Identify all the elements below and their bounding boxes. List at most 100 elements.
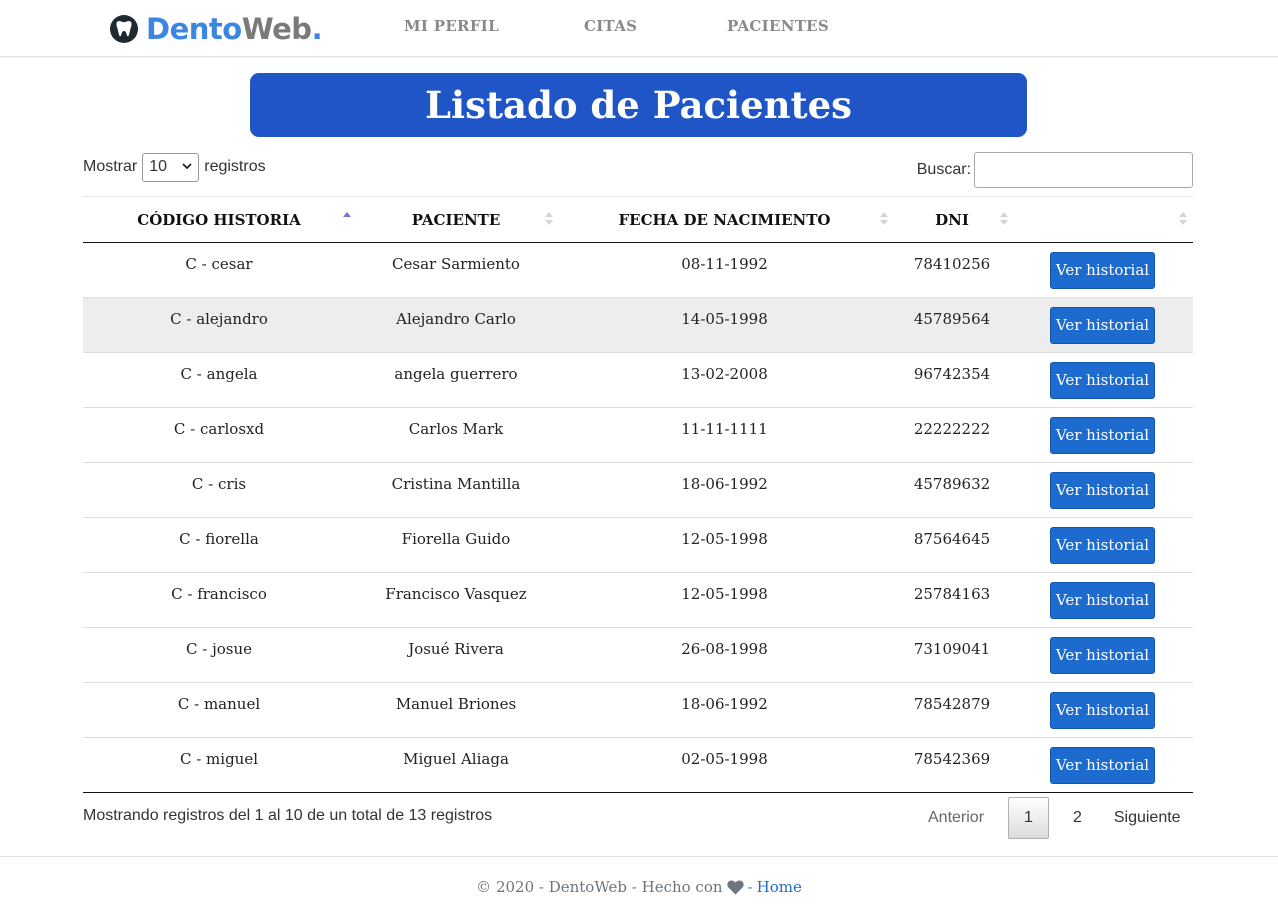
ver-historial-button[interactable]: Ver historial [1050, 527, 1155, 564]
cell-codigo: C - carlosxd [83, 407, 355, 463]
sort-icon [880, 212, 888, 226]
ver-historial-button[interactable]: Ver historial [1050, 362, 1155, 399]
cell-fecha: 26-08-1998 [557, 627, 892, 683]
pagination: Anterior 1 2 Siguiente [912, 797, 1197, 839]
show-label: Mostrar [83, 158, 138, 175]
ver-historial-button[interactable]: Ver historial [1050, 747, 1155, 784]
cell-paciente: Josué Rivera [355, 627, 557, 683]
records-label: registros [204, 158, 266, 175]
cell-dni: 78542369 [892, 737, 1012, 793]
cell-action: Ver historial [1012, 737, 1193, 793]
col-header-label: PACIENTE [411, 210, 501, 229]
col-header-paciente[interactable]: PACIENTE [355, 196, 557, 243]
cell-codigo: C - cesar [185, 255, 253, 273]
cell-action: Ver historial [1012, 517, 1193, 573]
table-info: Mostrando registros del 1 al 10 de un to… [83, 807, 493, 824]
brand-name: DentoWeb. [146, 12, 323, 46]
cell-fecha: 08-11-1992 [681, 255, 768, 273]
pagination-page-1[interactable]: 1 [1008, 797, 1049, 839]
ver-historial-button[interactable]: Ver historial [1050, 472, 1155, 509]
cell-fecha: 12-05-1998 [557, 517, 892, 573]
ver-historial-button[interactable]: Ver historial [1050, 417, 1155, 454]
nav-mi-perfil[interactable]: MI PERFIL [404, 17, 499, 35]
cell-codigo: C - manuel [83, 682, 355, 738]
cell-paciente: Miguel Aliaga [355, 737, 557, 793]
table-row: C - josue Josué Rivera 26-08-1998 731090… [83, 627, 1193, 683]
footer-text: © 2020 - DentoWeb - Hecho con [476, 878, 723, 896]
search-input[interactable] [974, 152, 1193, 188]
cell-action: Ver historial [1012, 243, 1193, 298]
col-header-actions[interactable] [1012, 196, 1193, 243]
ver-historial-button[interactable]: Ver historial [1050, 307, 1155, 344]
cell-dni: 78542879 [892, 682, 1012, 738]
ver-historial-button[interactable]: Ver historial [1050, 582, 1155, 619]
page-size-select[interactable]: 10 [142, 152, 200, 182]
footer-home-link[interactable]: Home [757, 878, 802, 896]
cell-codigo: C - miguel [83, 737, 355, 793]
cell-fecha: 12-05-1998 [557, 572, 892, 628]
ver-historial-button[interactable]: Ver historial [1050, 252, 1155, 289]
pagination-previous[interactable]: Anterior [912, 797, 1000, 839]
search-control: Buscar: [917, 152, 1193, 188]
cell-paciente: Manuel Briones [355, 682, 557, 738]
cell-action: Ver historial [1012, 462, 1193, 518]
nav-citas[interactable]: CITAS [584, 17, 637, 35]
cell-dni: 78410256 [913, 255, 991, 273]
cell-dni: 73109041 [892, 627, 1012, 683]
cell-paciente: Carlos Mark [355, 407, 557, 463]
page-length-control: Mostrar 10 registros [83, 152, 266, 182]
col-header-fecha[interactable]: FECHA DE NACIMIENTO [557, 196, 892, 243]
pagination-page-2[interactable]: 2 [1057, 797, 1098, 839]
pagination-next[interactable]: Siguiente [1098, 797, 1197, 839]
cell-paciente: Fiorella Guido [355, 517, 557, 573]
ver-historial-button[interactable]: Ver historial [1050, 692, 1155, 729]
table-row: C - fiorella Fiorella Guido 12-05-1998 8… [83, 517, 1193, 573]
table-row: C - cris Cristina Mantilla 18-06-1992 45… [83, 462, 1193, 518]
col-header-dni[interactable]: DNI [892, 196, 1012, 243]
cell-fecha: 13-02-2008 [557, 352, 892, 408]
table-row: C - francisco Francisco Vasquez 12-05-19… [83, 572, 1193, 628]
page-size-value: 10 [149, 158, 168, 175]
cell-action: Ver historial [1012, 297, 1193, 353]
cell-action: Ver historial [1012, 352, 1193, 408]
page-title: Listado de Pacientes [425, 83, 852, 127]
table-row: C - manuel Manuel Briones 18-06-1992 785… [83, 682, 1193, 738]
cell-action: Ver historial [1012, 407, 1193, 463]
cell-codigo: C - cris [83, 462, 355, 518]
cell-dni: 96742354 [892, 352, 1012, 408]
chevron-down-icon [182, 161, 192, 173]
cell-dni: 25784163 [892, 572, 1012, 628]
cell-fecha: 18-06-1992 [557, 682, 892, 738]
cell-codigo: C - angela [83, 352, 355, 408]
footer-separator: - [747, 878, 753, 896]
col-header-label: CÓDIGO HISTORIA [137, 210, 301, 229]
brand-logo[interactable]: DentoWeb. [110, 12, 323, 46]
brand-name-part2: Web [241, 12, 312, 46]
cell-paciente: angela guerrero [355, 352, 557, 408]
heart-icon [726, 880, 744, 895]
cell-action: Ver historial [1012, 572, 1193, 628]
table-row: C - miguel Miguel Aliaga 02-05-1998 7854… [83, 737, 1193, 793]
cell-codigo: C - francisco [83, 572, 355, 628]
ver-historial-button[interactable]: Ver historial [1050, 637, 1155, 674]
brand-name-part1: Dento [146, 12, 242, 46]
cell-codigo: C - alejandro [83, 297, 355, 353]
table-row: C - cesar Cesar Sarmiento 08-11-1992 784… [83, 243, 1193, 298]
cell-fecha: 14-05-1998 [557, 297, 892, 353]
cell-paciente: Alejandro Carlo [355, 297, 557, 353]
col-header-label: DNI [935, 210, 969, 229]
cell-action: Ver historial [1012, 682, 1193, 738]
cell-fecha: 02-05-1998 [557, 737, 892, 793]
col-header-codigo[interactable]: CÓDIGO HISTORIA [83, 196, 355, 243]
cell-paciente: Cesar Sarmiento [392, 255, 520, 273]
nav-pacientes[interactable]: PACIENTES [727, 17, 829, 35]
sort-asc-icon [343, 212, 351, 226]
search-label: Buscar: [916, 161, 971, 178]
table-row: C - carlosxd Carlos Mark 11-11-1111 2222… [83, 407, 1193, 463]
sort-icon [1000, 212, 1008, 226]
sort-icon [545, 212, 553, 226]
table-row: C - alejandro Alejandro Carlo 14-05-1998… [83, 297, 1193, 353]
cell-codigo: C - josue [83, 627, 355, 683]
cell-dni: 45789564 [892, 297, 1012, 353]
sort-icon [1179, 212, 1187, 226]
